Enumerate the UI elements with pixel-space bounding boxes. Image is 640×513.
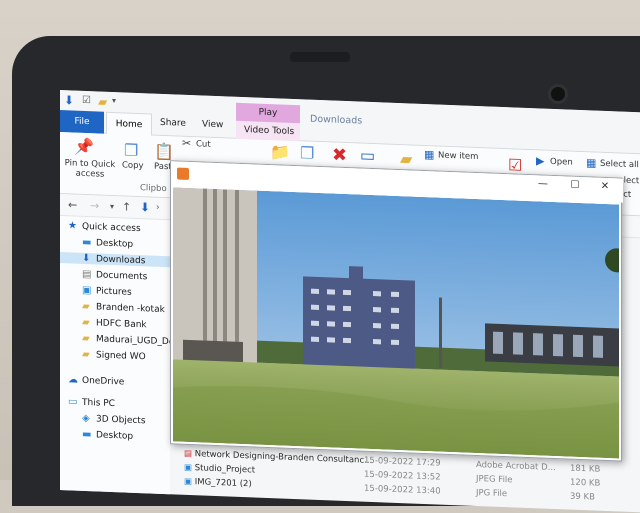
open-icon[interactable]: ▶ bbox=[536, 154, 544, 167]
paste-icon[interactable]: 📋 bbox=[154, 142, 174, 162]
copy-to-icon[interactable]: ❐ bbox=[300, 143, 314, 163]
nav-item-pictures[interactable]: ▣ Pictures bbox=[82, 285, 132, 298]
nav-item-desktop[interactable]: ▬ Desktop bbox=[82, 237, 133, 250]
construction-site-photo bbox=[173, 187, 619, 459]
forward-icon[interactable]: → bbox=[90, 199, 99, 212]
nav-item-quick-access[interactable]: ★ Quick access bbox=[68, 220, 141, 234]
nav-item-branden-kotak[interactable]: ▰ Branden -kotak bbox=[82, 301, 165, 315]
folder-icon: ▰ bbox=[82, 300, 90, 313]
close-button[interactable]: ✕ bbox=[595, 181, 615, 193]
folder-icon: ▰ bbox=[82, 332, 90, 345]
new-folder-icon[interactable]: ▰ bbox=[98, 94, 107, 108]
star-icon: ★ bbox=[68, 220, 77, 232]
cut-button[interactable]: Cut bbox=[196, 139, 211, 150]
document-icon: ▤ bbox=[82, 268, 92, 281]
open-button[interactable]: Open bbox=[550, 157, 573, 168]
nav-item-onedrive[interactable]: ☁ OneDrive bbox=[68, 374, 124, 387]
copy-icon[interactable]: ❐ bbox=[124, 140, 138, 160]
nav-item-desktop-pc[interactable]: ▬ Desktop bbox=[82, 429, 133, 442]
back-icon[interactable]: ← bbox=[68, 198, 77, 211]
tab-file[interactable]: File bbox=[60, 110, 104, 134]
clipboard-group-label: Clipbo bbox=[140, 183, 167, 195]
folder-icon: ▬ bbox=[82, 428, 92, 441]
move-to-icon[interactable]: 📁 bbox=[270, 142, 290, 162]
recent-dropdown-icon[interactable]: ▾ bbox=[110, 202, 114, 211]
new-folder-icon-large[interactable]: ▰ bbox=[400, 149, 412, 168]
tab-view[interactable]: View bbox=[202, 119, 223, 130]
pin-label[interactable]: Pin to Quick access bbox=[64, 158, 116, 180]
photos-app-icon bbox=[177, 167, 189, 180]
folder-icon: ▰ bbox=[82, 348, 90, 361]
download-arrow-icon[interactable]: ⬇ bbox=[64, 93, 74, 107]
new-item-icon[interactable]: ▦ bbox=[424, 148, 434, 161]
tab-home[interactable]: Home bbox=[106, 111, 152, 137]
breadcrumb-chevron-icon[interactable]: › bbox=[156, 203, 160, 213]
copy-button[interactable]: Copy bbox=[122, 160, 144, 171]
nav-item-this-pc[interactable]: ▭ This PC bbox=[68, 396, 115, 409]
select-all-icon[interactable]: ▦ bbox=[586, 156, 596, 169]
navigation-pane: ★ Quick access ▬ Desktop ⬇ Downloads ▤ Docum… bbox=[60, 216, 192, 501]
picture-icon: ▣ bbox=[82, 284, 92, 297]
nav-item-madurai[interactable]: ▰ Madurai_UGD_De bbox=[82, 333, 174, 348]
select-all-button[interactable]: Select all bbox=[600, 159, 639, 170]
download-icon: ⬇ bbox=[82, 252, 91, 265]
computer-icon: ▭ bbox=[68, 396, 78, 408]
photo-image bbox=[173, 187, 619, 459]
downloads-location-icon: ⬇ bbox=[140, 200, 151, 215]
new-item-button[interactable]: New item bbox=[438, 151, 478, 163]
image-file-icon: ▣ bbox=[184, 476, 193, 488]
cube-icon: ◈ bbox=[82, 412, 90, 425]
tab-play[interactable]: Play bbox=[236, 102, 300, 124]
qat-dropdown-icon[interactable]: ▾ bbox=[112, 96, 116, 105]
nav-item-signed-wo[interactable]: ▰ Signed WO bbox=[82, 349, 146, 362]
nav-item-hdfc-bank[interactable]: ▰ HDFC Bank bbox=[82, 317, 147, 330]
rename-icon[interactable]: ▭ bbox=[360, 146, 375, 166]
webcam-icon bbox=[548, 84, 568, 104]
window-title: Downloads bbox=[310, 113, 363, 127]
up-icon[interactable]: ↑ bbox=[122, 200, 131, 213]
properties-check-icon[interactable]: ☑ bbox=[508, 155, 522, 175]
tab-share[interactable]: Share bbox=[160, 118, 186, 129]
cloud-icon: ☁ bbox=[68, 374, 78, 386]
pin-icon[interactable]: 📌 bbox=[74, 137, 94, 157]
tab-video-tools[interactable]: Video Tools bbox=[244, 125, 294, 137]
minimize-button[interactable]: — bbox=[533, 178, 553, 190]
folder-icon: ▬ bbox=[82, 236, 92, 249]
maximize-button[interactable]: ☐ bbox=[565, 179, 585, 191]
laptop-screen: ⬇ ☑ ▰ ▾ File Home Share View Play Video … bbox=[60, 90, 640, 513]
image-file-icon: ▣ bbox=[184, 462, 193, 474]
scissors-icon[interactable]: ✂ bbox=[182, 137, 191, 150]
nav-item-3d-objects[interactable]: ◈ 3D Objects bbox=[82, 413, 146, 426]
nav-item-documents[interactable]: ▤ Documents bbox=[82, 269, 147, 283]
folder-icon: ▰ bbox=[82, 316, 90, 329]
properties-icon[interactable]: ☑ bbox=[82, 95, 91, 106]
bezel-notch bbox=[290, 52, 350, 62]
photo-viewer-window[interactable]: — ☐ ✕ bbox=[170, 160, 623, 462]
delete-icon[interactable]: ✖ bbox=[332, 144, 347, 166]
pdf-file-icon: ▤ bbox=[184, 448, 193, 460]
